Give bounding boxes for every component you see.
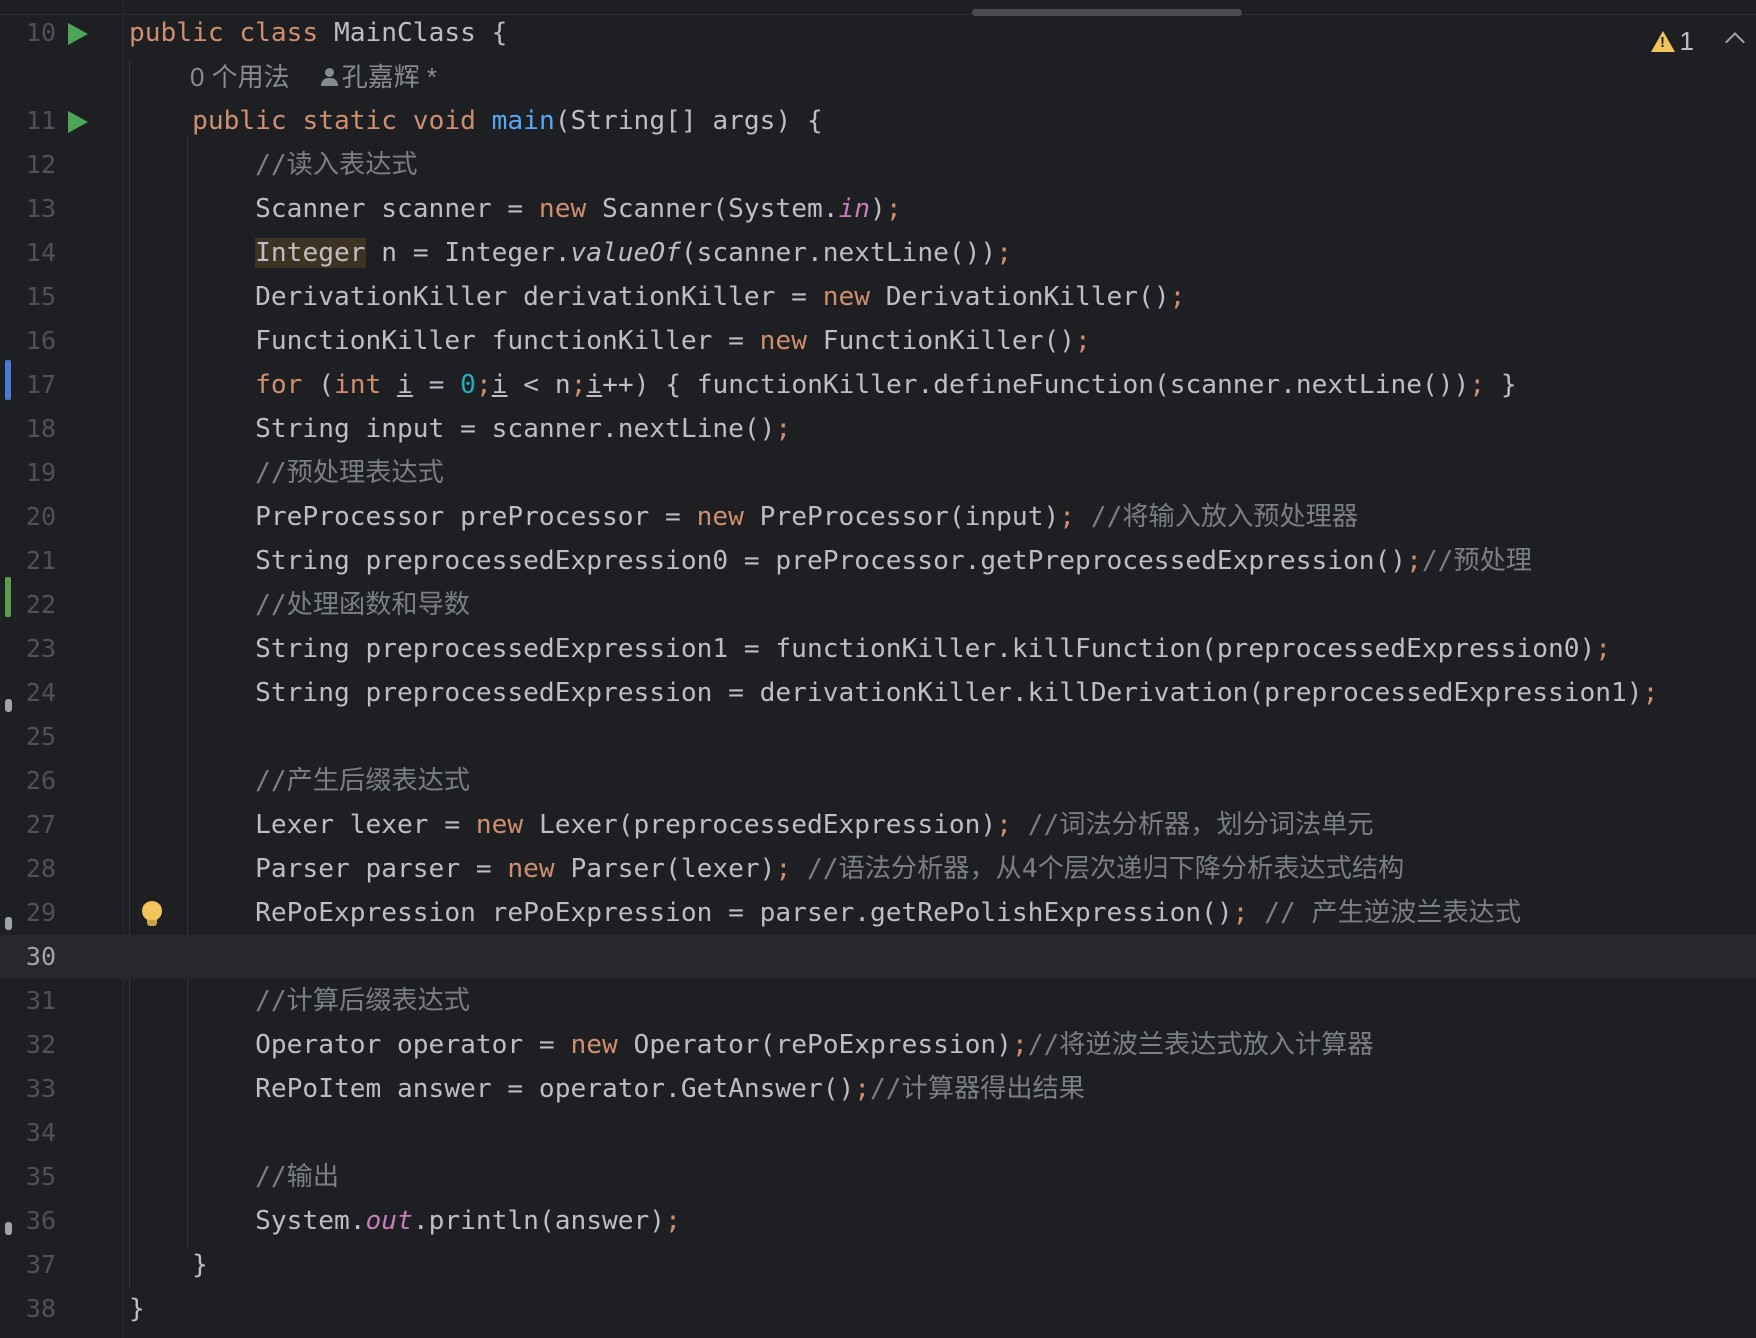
line-number[interactable]: 31 [0, 979, 56, 1023]
code-line[interactable]: 12 //读入表达式 [0, 143, 1756, 187]
code-line[interactable]: 18 String input = scanner.nextLine(); [0, 407, 1756, 451]
code-line[interactable]: 37 } [0, 1243, 1756, 1287]
code-text[interactable]: //读入表达式 [129, 143, 417, 187]
line-number[interactable]: 18 [0, 407, 56, 451]
line-number[interactable]: 30 [0, 935, 56, 979]
code-line[interactable]: 33 RePoItem answer = operator.GetAnswer(… [0, 1067, 1756, 1111]
line-number[interactable]: 27 [0, 803, 56, 847]
code-text[interactable]: RePoItem answer = operator.GetAnswer();/… [129, 1067, 1085, 1111]
code-text[interactable]: Integer n = Integer.valueOf(scanner.next… [129, 231, 1012, 275]
line-number[interactable]: 29 [0, 891, 56, 935]
code-line[interactable]: 36 System.out.println(answer); [0, 1199, 1756, 1243]
code-line[interactable]: 21 String preprocessedExpression0 = preP… [0, 539, 1756, 583]
code-line[interactable]: 25 [0, 715, 1756, 759]
code-line-current[interactable]: 30 [0, 935, 1756, 979]
code-text[interactable]: } [129, 1287, 145, 1331]
code-text[interactable]: String input = scanner.nextLine(); [129, 407, 791, 451]
line-number[interactable]: 20 [0, 495, 56, 539]
code-text[interactable]: Scanner scanner = new Scanner(System.in)… [129, 187, 901, 231]
code-text[interactable]: } [129, 1243, 208, 1287]
line-number[interactable]: 14 [0, 231, 56, 275]
code-text[interactable]: //产生后缀表达式 [129, 759, 470, 803]
code-line[interactable]: 20 PreProcessor preProcessor = new PrePr… [0, 495, 1756, 539]
code-text[interactable]: public static void main(String[] args) { [129, 99, 823, 143]
run-icon[interactable] [68, 23, 88, 45]
code-line[interactable]: 28 Parser parser = new Parser(lexer); //… [0, 847, 1756, 891]
code-line[interactable]: 10 public class MainClass { [0, 11, 1756, 55]
code-text[interactable]: //处理函数和导数 [129, 583, 470, 627]
code-line[interactable]: 13 Scanner scanner = new Scanner(System.… [0, 187, 1756, 231]
code-line[interactable]: 29 RePoExpression rePoExpression = parse… [0, 891, 1756, 935]
line-number[interactable]: 19 [0, 451, 56, 495]
line-number[interactable]: 13 [0, 187, 56, 231]
line-number[interactable]: 23 [0, 627, 56, 671]
code-text[interactable]: //输出 [129, 1155, 339, 1199]
code-line[interactable]: 26 //产生后缀表达式 [0, 759, 1756, 803]
code-text[interactable]: Operator operator = new Operator(rePoExp… [129, 1023, 1373, 1067]
line-number[interactable]: 17 [0, 363, 56, 407]
code-text[interactable]: PreProcessor preProcessor = new PreProce… [129, 495, 1358, 539]
code-line[interactable]: 16 FunctionKiller functionKiller = new F… [0, 319, 1756, 363]
code-text[interactable]: //计算后缀表达式 [129, 979, 470, 1023]
author-hint[interactable]: 孔嘉辉 * [342, 62, 437, 92]
code-text[interactable]: FunctionKiller functionKiller = new Func… [129, 319, 1091, 363]
code-editor[interactable]: 1 10 public class MainClass { 0 个用法孔嘉辉 *… [0, 0, 1756, 1338]
code-text[interactable]: System.out.println(answer); [129, 1199, 681, 1243]
usages-hint[interactable]: 0 个用法 [190, 62, 290, 92]
code-line[interactable]: 14 Integer n = Integer.valueOf(scanner.n… [0, 231, 1756, 275]
line-number[interactable]: 38 [0, 1287, 56, 1331]
code-line[interactable]: 35 //输出 [0, 1155, 1756, 1199]
line-number[interactable]: 28 [0, 847, 56, 891]
code-line[interactable]: 11 public static void main(String[] args… [0, 99, 1756, 143]
line-number[interactable]: 10 [0, 11, 56, 55]
line-number[interactable]: 34 [0, 1111, 56, 1155]
code-line[interactable]: 24 String preprocessedExpression = deriv… [0, 671, 1756, 715]
code-line[interactable]: 17 for (int i = 0;i < n;i++) { functionK… [0, 363, 1756, 407]
code-text[interactable]: public class MainClass { [129, 11, 507, 55]
code-line[interactable]: 19 //预处理表达式 [0, 451, 1756, 495]
line-number[interactable]: 26 [0, 759, 56, 803]
code-line[interactable]: 15 DerivationKiller derivationKiller = n… [0, 275, 1756, 319]
line-number[interactable]: 32 [0, 1023, 56, 1067]
code-text[interactable]: for (int i = 0;i < n;i++) { functionKill… [129, 363, 1517, 407]
code-vision-hints: 0 个用法 孔嘉辉 * [0, 55, 1756, 99]
code-line[interactable]: 27 Lexer lexer = new Lexer(preprocessedE… [0, 803, 1756, 847]
code-line[interactable]: 22 //处理函数和导数 [0, 583, 1756, 627]
line-number[interactable]: 15 [0, 275, 56, 319]
line-number[interactable]: 35 [0, 1155, 56, 1199]
line-number[interactable]: 25 [0, 715, 56, 759]
line-number[interactable]: 12 [0, 143, 56, 187]
line-number[interactable]: 21 [0, 539, 56, 583]
line-number[interactable]: 37 [0, 1243, 56, 1287]
code-text[interactable]: Parser parser = new Parser(lexer); //语法分… [129, 847, 1404, 891]
line-number[interactable]: 24 [0, 671, 56, 715]
person-icon [320, 66, 338, 88]
line-number[interactable]: 11 [0, 99, 56, 143]
line-number[interactable]: 36 [0, 1199, 56, 1243]
code-vision-hint[interactable]: 0 个用法 孔嘉辉 * [190, 55, 437, 99]
code-line[interactable]: 38 } [0, 1287, 1756, 1331]
code-line[interactable]: 31 //计算后缀表达式 [0, 979, 1756, 1023]
code-text[interactable]: String preprocessedExpression = derivati… [129, 671, 1658, 715]
code-text[interactable]: Lexer lexer = new Lexer(preprocessedExpr… [129, 803, 1373, 847]
code-text[interactable]: RePoExpression rePoExpression = parser.g… [129, 891, 1521, 935]
code-line[interactable]: 34 [0, 1111, 1756, 1155]
code-line[interactable]: 32 Operator operator = new Operator(rePo… [0, 1023, 1756, 1067]
code-line[interactable]: 23 String preprocessedExpression1 = func… [0, 627, 1756, 671]
code-text[interactable]: String preprocessedExpression1 = functio… [129, 627, 1611, 671]
line-number[interactable]: 22 [0, 583, 56, 627]
line-number[interactable]: 33 [0, 1067, 56, 1111]
code-text[interactable]: //预处理表达式 [129, 451, 444, 495]
code-text[interactable]: String preprocessedExpression0 = preProc… [129, 539, 1532, 583]
code-text[interactable]: DerivationKiller derivationKiller = new … [129, 275, 1185, 319]
run-icon[interactable] [68, 111, 88, 133]
line-number[interactable]: 16 [0, 319, 56, 363]
